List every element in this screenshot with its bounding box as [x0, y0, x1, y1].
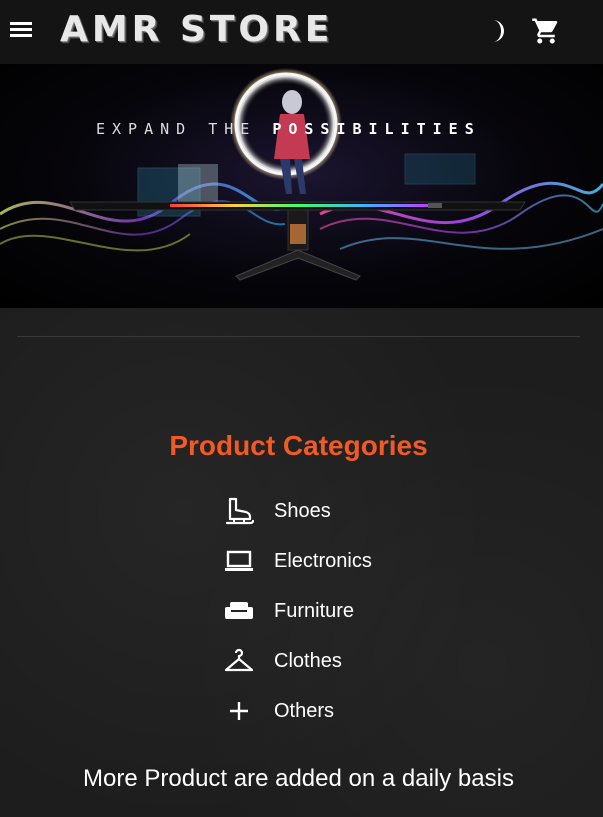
category-item-furniture[interactable]: Furniture [222, 586, 462, 636]
hamburger-menu-icon[interactable] [10, 20, 34, 40]
category-item-clothes[interactable]: Clothes [222, 636, 462, 686]
hanger-icon [222, 644, 256, 678]
category-item-shoes[interactable]: Shoes [222, 486, 462, 536]
product-categories-section: Product Categories Shoes Electronics Fur… [0, 308, 603, 817]
shopping-cart-icon[interactable] [531, 16, 561, 46]
dark-mode-moon-icon[interactable] [483, 17, 509, 45]
hero-tagline: EXPAND THE POSSIBILITIES [96, 120, 516, 138]
ice-skate-icon [222, 494, 256, 528]
category-label: Others [274, 700, 335, 722]
tagline-possibilities: POSSIBILITIES [272, 120, 481, 138]
category-label: Clothes [274, 650, 342, 672]
hero-illustration [0, 68, 603, 281]
section-divider [17, 336, 580, 337]
hero-banner[interactable]: EXPAND THE POSSIBILITIES [0, 64, 603, 308]
category-item-electronics[interactable]: Electronics [222, 536, 462, 586]
category-label: Electronics [274, 550, 372, 572]
sofa-icon [222, 594, 256, 628]
store-logo[interactable]: AMR STORE [60, 8, 333, 52]
category-label: Shoes [274, 500, 331, 522]
plus-icon [222, 694, 256, 728]
tagline-expand: EXPAND THE [96, 120, 273, 138]
category-label: Furniture [274, 600, 355, 622]
laptop-icon [222, 544, 256, 578]
top-app-bar: AMR STORE [0, 0, 603, 64]
daily-update-notice: More Product are added on a daily basis [83, 765, 514, 792]
category-list: Shoes Electronics Furniture Clothes Othe… [222, 486, 462, 736]
section-title: Product Categories [169, 430, 428, 461]
category-item-others[interactable]: Others [222, 686, 462, 736]
